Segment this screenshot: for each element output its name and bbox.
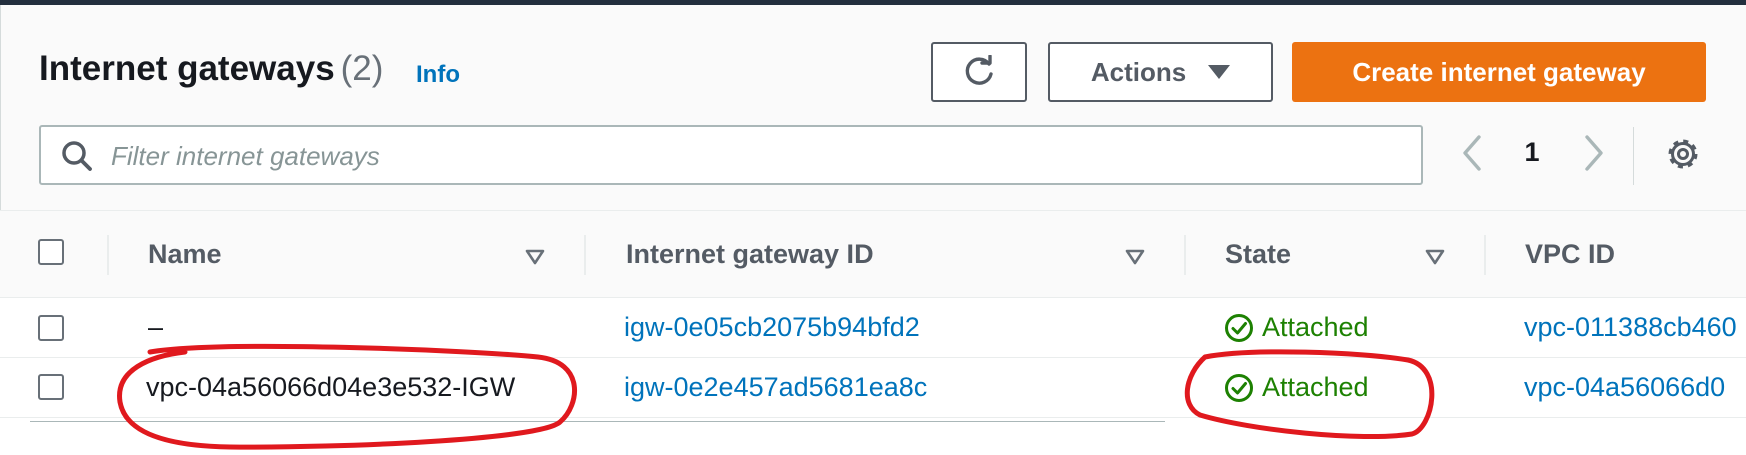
column-header-gateway-id[interactable]: Internet gateway ID [626, 239, 874, 270]
status-badge: Attached [1224, 312, 1369, 343]
table-bottom-border [30, 421, 1165, 422]
row-vpc-id-link[interactable]: vpc-011388cb460 [1524, 312, 1737, 343]
sort-icon[interactable] [1425, 249, 1445, 265]
column-divider [1484, 235, 1486, 275]
info-link[interactable]: Info [416, 61, 460, 89]
column-divider [584, 235, 586, 275]
gateway-count: (2) [340, 49, 384, 88]
gear-icon[interactable] [1665, 136, 1701, 172]
column-divider [107, 235, 109, 275]
column-header-name[interactable]: Name [148, 239, 222, 270]
search-box [39, 125, 1423, 185]
sort-icon[interactable] [1125, 249, 1145, 265]
status-text: Attached [1262, 312, 1369, 342]
row-vpc-id-link[interactable]: vpc-04a56066d0 [1524, 372, 1725, 403]
column-header-state[interactable]: State [1225, 239, 1291, 270]
row-name: – [148, 312, 164, 342]
previous-page-icon[interactable] [1456, 133, 1490, 173]
status-badge: Attached [1224, 372, 1369, 403]
refresh-button[interactable] [931, 42, 1027, 102]
refresh-icon [965, 55, 993, 85]
row-gateway-id-link[interactable]: igw-0e05cb2075b94bfd2 [624, 312, 920, 343]
search-input[interactable] [109, 135, 1403, 177]
caret-down-icon [1208, 65, 1231, 79]
pager-divider [1633, 127, 1634, 185]
next-page-icon[interactable] [1576, 133, 1610, 173]
status-text: Attached [1262, 372, 1369, 402]
page-title: Internet gateways (2) [39, 49, 383, 89]
column-divider [1184, 235, 1186, 275]
row-name: vpc-04a56066d04e3e532-IGW [146, 372, 516, 402]
row-checkbox[interactable] [38, 374, 64, 400]
page-title-text: Internet gateways [39, 49, 335, 88]
current-page-number[interactable]: 1 [1519, 137, 1545, 168]
select-all-checkbox[interactable] [38, 239, 64, 265]
table-row[interactable]: – igw-0e05cb2075b94bfd2 Attached vpc-011… [0, 298, 1746, 358]
actions-label: Actions [1090, 56, 1187, 87]
row-gateway-id-link[interactable]: igw-0e2e457ad5681ea8c [624, 372, 927, 403]
check-circle-icon [1225, 313, 1253, 342]
search-icon [62, 141, 92, 171]
create-internet-gateway-button[interactable]: Create internet gateway [1292, 42, 1706, 102]
row-checkbox[interactable] [38, 315, 64, 341]
table-row[interactable]: vpc-04a56066d04e3e532-IGW igw-0e2e457ad5… [0, 358, 1746, 418]
actions-dropdown[interactable]: Actions [1048, 42, 1273, 102]
check-circle-icon [1225, 373, 1253, 402]
table-header: Name Internet gateway ID State VPC ID [0, 211, 1746, 298]
column-header-vpc-id[interactable]: VPC ID [1525, 239, 1615, 270]
sort-icon[interactable] [525, 249, 545, 265]
